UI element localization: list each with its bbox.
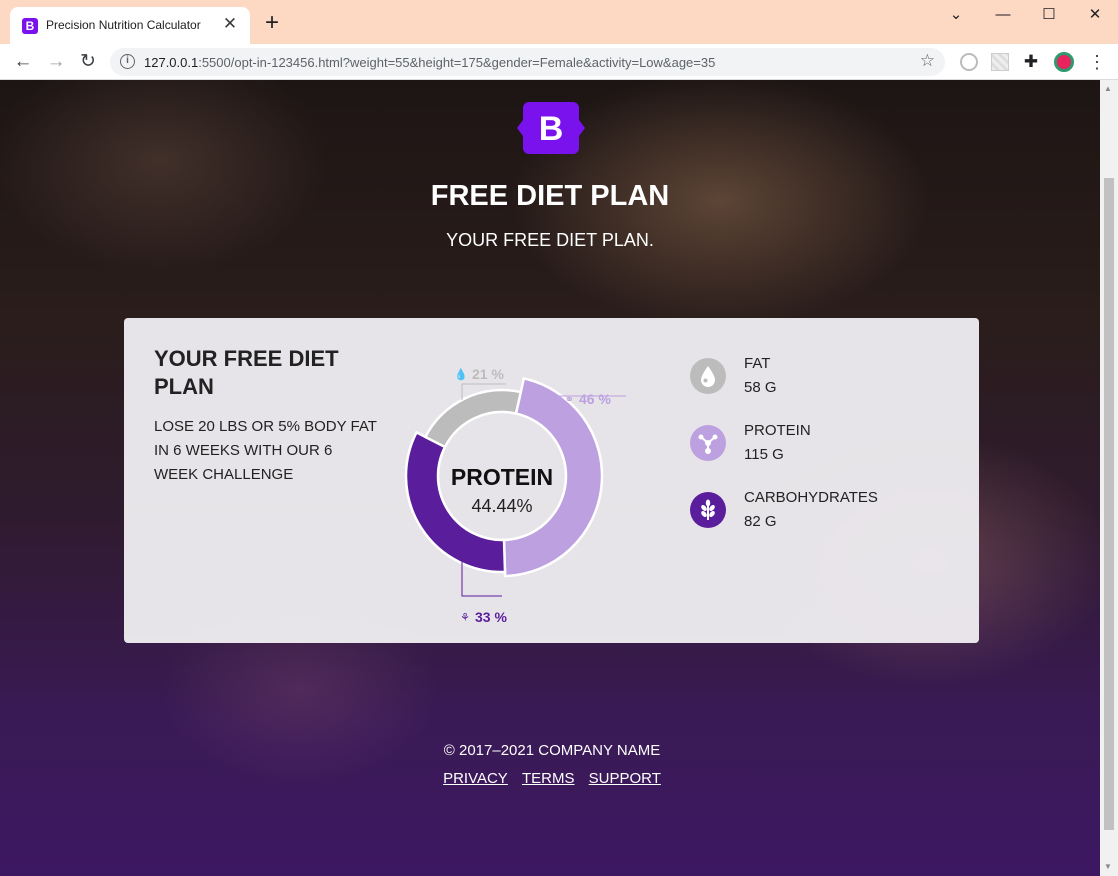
browser-menu-icon[interactable]: ⋮ — [1088, 52, 1106, 72]
logo-letter: B — [539, 110, 564, 148]
new-tab-icon[interactable]: + — [260, 11, 284, 35]
scroll-down-arrow-icon[interactable]: ▼ — [1104, 862, 1112, 871]
fat-drop-icon — [690, 358, 726, 394]
maximize-icon[interactable]: ☐ — [1034, 3, 1064, 27]
donut-svg: PROTEIN 44.44% 21 % 💧 46 % ⚭ 33 % ⚘ — [404, 366, 626, 625]
extensions-puzzle-icon[interactable]: ✚ — [1022, 53, 1040, 71]
extension-icon[interactable] — [991, 53, 1009, 71]
forward-arrow-icon[interactable]: → — [43, 49, 69, 75]
footer-links: PRIVACY TERMS SUPPORT — [0, 770, 1104, 787]
donut-center-label: PROTEIN — [451, 464, 553, 490]
url-path: :5500/opt-in-123456.html?weight=55&heigh… — [198, 55, 716, 70]
terms-link[interactable]: TERMS — [522, 770, 575, 787]
macro-fat-value: 58 G — [744, 379, 777, 396]
diet-plan-card: YOUR FREE DIET PLAN LOSE 20 LBS OR 5% BO… — [124, 318, 979, 643]
macro-carbohydrates-value: 82 G — [744, 513, 777, 530]
macro-protein-name: PROTEIN — [744, 422, 811, 439]
hero-subtitle: YOUR FREE DIET PLAN. — [446, 230, 654, 250]
bookmark-star-icon[interactable]: ☆ — [920, 51, 935, 71]
url-host: 127.0.0.1 — [144, 55, 199, 70]
carbs-percent-label: 33 % — [475, 609, 507, 625]
molecule-icon: ⚭ — [565, 394, 574, 406]
close-tab-icon[interactable]: ✕ — [220, 14, 240, 34]
macro-carbohydrates-name: CARBOHYDRATES — [744, 489, 878, 506]
bootstrap-favicon-icon: B — [22, 18, 38, 34]
carbs-wheat-icon — [690, 492, 726, 528]
macro-donut-chart: PROTEIN 44.44% 21 % 💧 46 % ⚭ 33 % ⚘ — [394, 336, 664, 636]
hero-title: FREE DIET PLAN — [430, 180, 670, 212]
profile-avatar-icon[interactable] — [1054, 52, 1074, 72]
support-link[interactable]: SUPPORT — [589, 770, 661, 787]
tab-search-chevron-icon[interactable]: ⌄ — [941, 3, 971, 27]
back-arrow-icon[interactable]: ← — [10, 49, 36, 75]
browser-toolbar: ← → ↻ i 127.0.0.1:5500/opt-in-123456.htm… — [0, 44, 1118, 80]
card-description: LOSE 20 LBS OR 5% BODY FAT IN 6 WEEKS WI… — [154, 418, 377, 483]
privacy-link[interactable]: PRIVACY — [443, 770, 508, 787]
card-title: YOUR FREE DIET PLAN — [154, 346, 339, 399]
browser-titlebar: B Precision Nutrition Calculator ✕ + ⌄ —… — [0, 0, 1118, 44]
bootstrap-logo: B — [515, 98, 587, 158]
site-info-icon[interactable]: i — [120, 54, 135, 69]
address-bar[interactable]: i 127.0.0.1:5500/opt-in-123456.html?weig… — [110, 48, 945, 76]
tab-title: Precision Nutrition Calculator — [46, 18, 201, 32]
reload-icon[interactable]: ↻ — [75, 49, 101, 75]
fat-percent-label: 21 % — [472, 366, 504, 382]
footer-copyright: © 2017–2021 COMPANY NAME — [443, 742, 661, 759]
url-text[interactable]: 127.0.0.1:5500/opt-in-123456.html?weight… — [144, 55, 715, 70]
scroll-up-arrow-icon[interactable]: ▲ — [1104, 84, 1112, 93]
close-window-icon[interactable]: ✕ — [1080, 3, 1110, 27]
minimize-icon[interactable]: — — [988, 3, 1018, 27]
protein-molecule-icon — [690, 425, 726, 461]
scrollbar-thumb[interactable] — [1104, 178, 1114, 830]
wheat-icon: ⚘ — [460, 612, 470, 624]
protein-percent-label: 46 % — [579, 391, 611, 407]
browser-tab[interactable]: B Precision Nutrition Calculator ✕ — [10, 7, 250, 44]
macro-fat-name: FAT — [744, 355, 771, 372]
drop-icon: 💧 — [454, 368, 468, 381]
extension-icon[interactable] — [960, 53, 978, 71]
donut-center-value: 44.44% — [471, 496, 532, 516]
macro-protein-value: 115 G — [744, 446, 784, 463]
